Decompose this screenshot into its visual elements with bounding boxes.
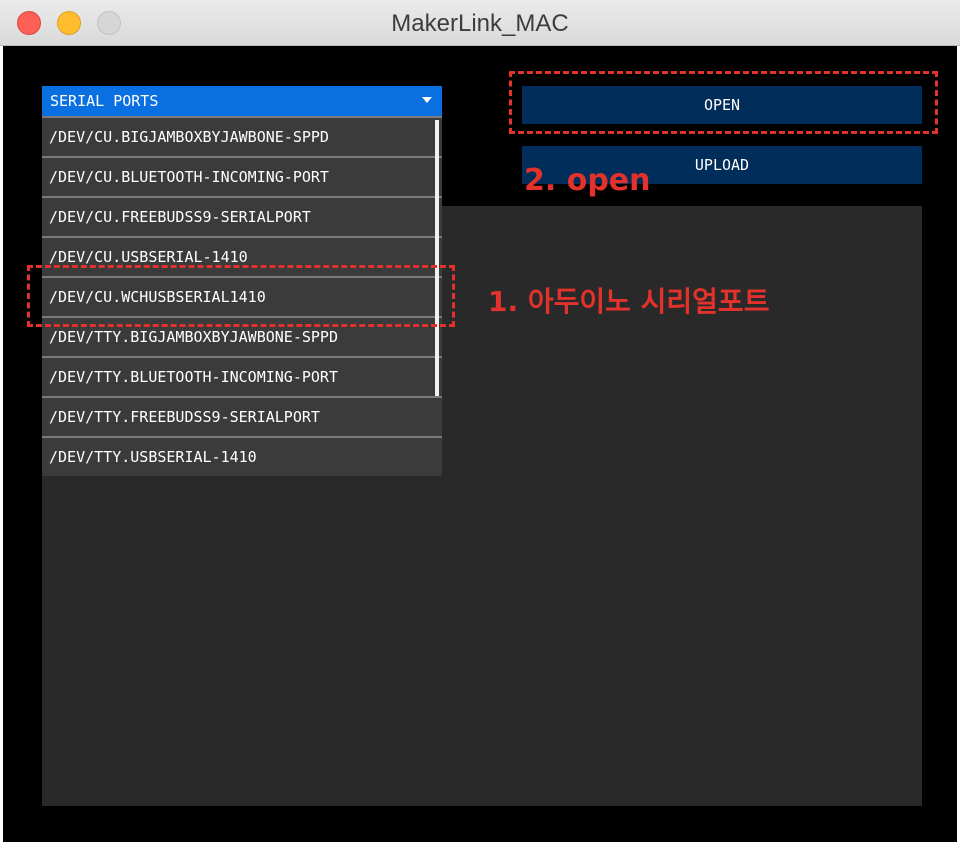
app-window: MakerLink_MAC SERIAL PORTS /DEV/CU.BIGJA… (0, 0, 960, 842)
open-highlight-box (509, 71, 938, 134)
serial-port-item[interactable]: /DEV/CU.FREEBUDSS9-SERIALPORT (42, 196, 442, 236)
serial-port-item[interactable]: /DEV/TTY.FREEBUDSS9-SERIALPORT (42, 396, 442, 436)
serial-port-item[interactable]: /DEV/TTY.BLUETOOTH-INCOMING-PORT (42, 356, 442, 396)
caret-down-icon (422, 97, 432, 103)
window-title: MakerLink_MAC (391, 10, 569, 37)
dropdown-scrollbar[interactable] (435, 120, 439, 396)
annotation-step2: 2. open (524, 163, 651, 198)
dropdown-label: SERIAL PORTS (50, 92, 159, 110)
serial-port-item[interactable]: /DEV/CU.BIGJAMBOXBYJAWBONE-SPPD (42, 116, 442, 156)
serial-ports-dropdown-header[interactable]: SERIAL PORTS (42, 86, 442, 116)
serial-port-item[interactable]: /DEV/CU.BLUETOOTH-INCOMING-PORT (42, 156, 442, 196)
annotation-step1: 1. 아두이노 시리얼포트 (488, 285, 770, 318)
port-highlight-box (27, 265, 455, 327)
serial-port-item[interactable]: /DEV/TTY.USBSERIAL-1410 (42, 436, 442, 476)
title-bar: MakerLink_MAC (0, 0, 960, 46)
